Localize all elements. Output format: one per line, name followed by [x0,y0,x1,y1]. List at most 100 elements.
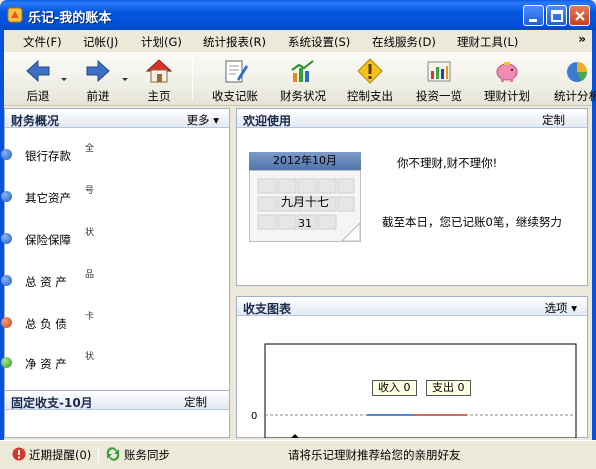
menu-online-service[interactable]: 在线服务(D) [372,34,436,50]
home-icon [145,59,173,83]
home-button[interactable]: 主页 [134,55,184,103]
finance-plan-button[interactable]: 理财计划 [476,55,538,103]
menu-settings[interactable]: 系统设置(S) [288,34,350,50]
finance-overview-title: 财务概况 [11,114,60,128]
finance-item-fragment: 状 [85,352,95,362]
finance-item-fragment: 状 [85,228,95,238]
menu-plan[interactable]: 计划(G) [141,34,182,50]
invest-chart-icon [427,61,451,82]
finance-plan-label: 理财计划 [484,89,530,103]
finance-item-fragment: 卡 [85,312,95,322]
finance-item-insurance[interactable]: 保险保障 状 [1,228,229,249]
invest-overview-button[interactable]: 投资一览 [408,55,470,103]
calendar-day: 31 [298,217,312,230]
close-icon [575,11,585,21]
forward-label: 前进 [86,89,110,103]
fixed-income-expense-header: 固定收支-10月 定制 [5,391,229,410]
control-expense-label: 控制支出 [347,89,393,103]
account-sync-link[interactable]: 账务同步 [124,447,170,463]
chart-plot-area [264,343,577,438]
finance-item-bank[interactable]: 银行存款 全 [1,144,229,165]
status-bar: 近期提醒(0) 账务同步 请将乐记理财推荐给您的亲朋好友 [0,440,596,469]
finance-item-fragment: 号 [85,186,95,196]
finance-status-label: 财务状况 [280,89,326,103]
finance-more-link[interactable]: 更多 ▾ [187,112,219,128]
finance-item-fragment: 品 [85,270,95,280]
title-bar[interactable]: 乐记-我的账本 [0,0,596,30]
menu-accounting[interactable]: 记帐(J) [83,34,118,50]
bullet-dot-icon [1,357,12,368]
toolbar: 后退 前进 主页 收支记账 财务状况 控制支出 投资一览 理财计划 统计分析 [4,52,596,106]
income-expense-chart-panel: 收支图表 选项 ▾ 0 收入 0 支出 0 [236,296,588,438]
back-dropdown-icon[interactable] [61,78,67,81]
record-count-status: 截至本日，您已记账0笔，继续努力 [382,215,562,229]
finance-overview-header: 财务概况 更多 ▾ [5,109,229,128]
finance-item-total-assets[interactable]: 总 资 产 品 [1,270,229,291]
recent-reminders-link[interactable]: 近期提醒(0) [29,447,91,463]
finance-item-net-assets[interactable]: 净 资 产 状 [1,352,229,373]
menu-overflow-icon[interactable]: » [578,32,586,46]
maximize-button[interactable] [546,5,567,26]
forward-dropdown-icon[interactable] [122,78,128,81]
menu-file[interactable]: 文件(F) [23,34,62,50]
piggy-bank-icon [496,62,518,82]
finance-item-fragment: 全 [85,144,95,154]
back-button[interactable]: 后退 [12,55,64,103]
record-button[interactable]: 收支记账 [204,55,266,103]
control-expense-button[interactable]: 控制支出 [340,55,400,103]
window-title: 乐记-我的账本 [28,11,112,26]
calendar-widget[interactable]: 2012年10月 九月十七 31 [249,152,361,242]
chart-options-label: 选项 [544,301,568,315]
back-label: 后退 [26,89,50,103]
finance-overview-panel: 财务概况 更多 ▾ 银行存款 全 其它资产 号 保险保障 状 总 资 产 品 总… [1,108,230,438]
menu-reports[interactable]: 统计报表(R) [203,34,266,50]
finance-item-total-liabilities[interactable]: 总 负 债 卡 [1,312,229,333]
close-button[interactable] [569,5,590,26]
finance-item-label: 总 负 债 [25,317,67,331]
finance-item-label: 其它资产 [25,191,71,205]
bullet-dot-icon [1,233,12,244]
menu-finance-tools[interactable]: 理财工具(L) [457,34,518,50]
record-label: 收支记账 [212,89,258,103]
bullet-dot-icon [1,149,12,160]
income-expense-chart: 0 [251,343,577,438]
calendar-grid: 九月十七 31 [249,170,361,242]
toolbar-separator [192,58,193,100]
menu-bar: 文件(F) 记帐(J) 计划(G) 统计报表(R) 系统设置(S) 在线服务(D… [4,30,592,52]
chart-title: 收支图表 [243,302,292,316]
finance-more-label: 更多 [186,113,210,127]
fixed-customize-link[interactable]: 定制 [184,394,207,410]
finance-item-label: 银行存款 [25,149,71,163]
welcome-panel: 欢迎使用 定制 2012年10月 九月十七 31 你不理财,财不理你! 截至本日… [236,108,588,286]
bullet-dot-icon [1,275,12,286]
fixed-income-expense-title: 固定收支-10月 [11,396,93,410]
finance-item-label: 总 资 产 [25,275,67,289]
app-logo-icon [7,7,23,23]
finance-status-button[interactable]: 财务状况 [274,55,332,103]
finance-item-label: 净 资 产 [25,357,67,371]
minimize-button[interactable] [523,5,544,26]
welcome-motto: 你不理财,财不理你! [397,156,498,170]
bar-chart-icon [291,60,314,82]
finance-item-other-assets[interactable]: 其它资产 号 [1,186,229,207]
fixed-income-expense-panel: 固定收支-10月 定制 [4,390,230,438]
minimize-icon [529,19,537,22]
welcome-customize-link[interactable]: 定制 [542,112,565,128]
statistics-analysis-label: 统计分析 [554,89,596,103]
statistics-analysis-button[interactable]: 统计分析 [546,55,596,103]
finance-item-label: 保险保障 [25,233,71,247]
chart-y-tick-zero: 0 [251,411,257,422]
back-arrow-icon [26,59,50,83]
reminder-alert-icon [12,447,26,461]
bullet-dot-icon [1,317,12,328]
calendar-month: 2012年10月 [249,152,361,170]
forward-button[interactable]: 前进 [72,55,124,103]
recommend-message[interactable]: 请将乐记理财推荐给您的亲朋好友 [288,447,461,463]
bullet-dot-icon [1,191,12,202]
maximize-icon [551,10,563,22]
warning-diamond-icon [357,58,383,84]
welcome-header: 欢迎使用 定制 [237,109,587,128]
chart-options-link[interactable]: 选项 ▾ [545,300,577,316]
chart-header: 收支图表 选项 ▾ [237,297,587,316]
income-legend-label: 收入 0 [372,380,417,396]
